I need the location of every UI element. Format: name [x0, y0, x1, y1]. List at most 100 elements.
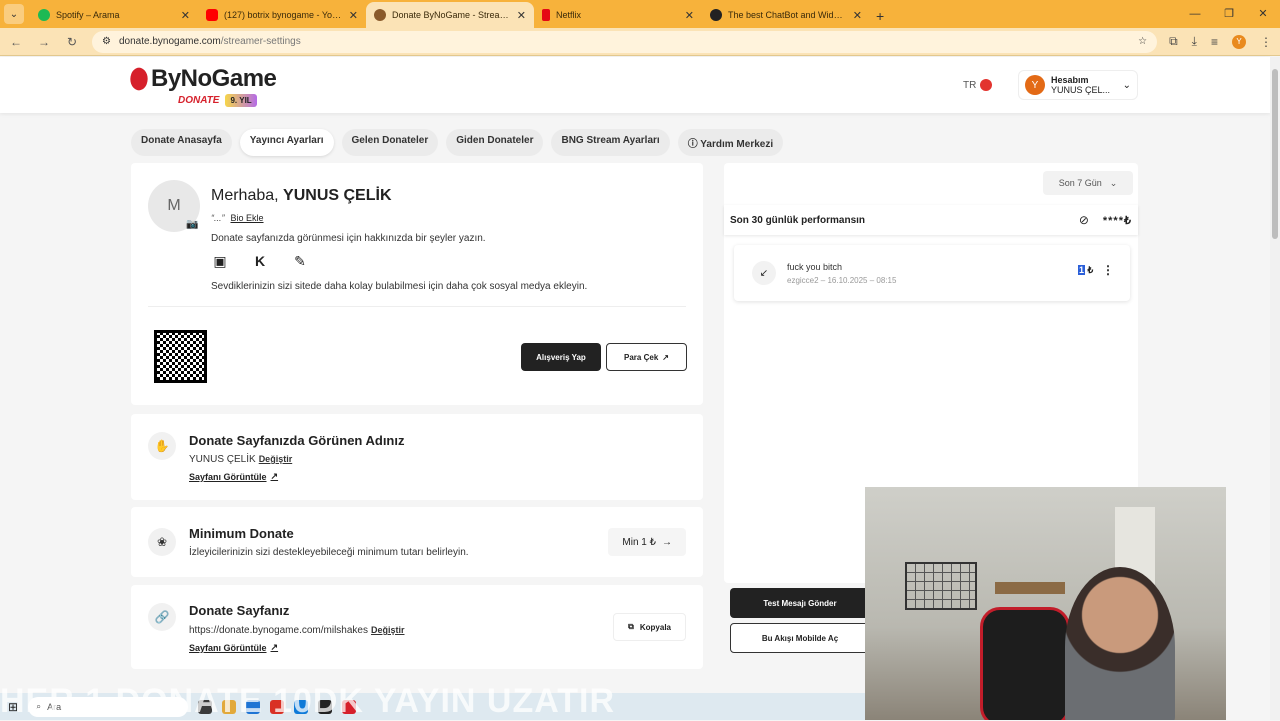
menu-icon[interactable]: ⋮ [1260, 35, 1272, 49]
view-page-link[interactable]: Sayfanı Görüntüle ↗ [189, 471, 278, 482]
min-donate-card: ❀ Minimum Donate İzleyicilerinizin sizi … [131, 507, 703, 577]
browser-tab-bynogame[interactable]: Donate ByNoGame - Streamer ✕ [366, 2, 534, 28]
camera-icon[interactable]: 📷 [186, 219, 198, 230]
extensions-icon[interactable]: ⧉ [1169, 34, 1178, 49]
view-page-link[interactable]: Sayfanı Görüntüle ↗ [189, 642, 278, 653]
stream-overlay-text: HER 1 DONATE 10DK YAYIN UZATIR [0, 682, 616, 720]
window-controls: — ❐ ✕ [1178, 0, 1280, 28]
bookmark-star-icon[interactable]: ☆ [1138, 36, 1147, 47]
site-header: ByNoGame DONATE 9. YIL TR Y Hesabım YUNU… [0, 57, 1270, 113]
greeting: Merhaba, YUNUS ÇELİK [211, 187, 392, 205]
bynogame-icon [374, 9, 386, 21]
bio-row: “...” Bio Ekle [211, 213, 264, 223]
social-links: ▣ K ✎ [211, 252, 309, 270]
close-window-icon[interactable]: ✕ [1246, 0, 1280, 28]
logo-text: ByNoGame [151, 65, 277, 92]
open-mobile-button[interactable]: Bu Akışı Mobilde Aç [730, 623, 870, 653]
tab-incoming-donates[interactable]: Gelen Donateler [341, 129, 439, 156]
download-icon[interactable]: ⤓ [1192, 34, 1197, 49]
external-link-icon: ↗ [270, 642, 279, 652]
change-url-link[interactable]: Değiştir [371, 625, 405, 636]
media-icon[interactable]: ≡ [1211, 35, 1218, 49]
view-page-label: Sayfanı Görüntüle [189, 642, 267, 653]
performance-bar: Son 30 günlük performansın ⊘ ****₺ [724, 205, 1138, 235]
twitch-icon[interactable]: ▣ [211, 252, 229, 270]
min-donate-button[interactable]: Min 1 ₺ → [608, 528, 686, 556]
chevron-down-icon: ⌄ [1122, 79, 1131, 91]
reload-icon[interactable]: ↻ [64, 35, 80, 49]
tab-title: Donate ByNoGame - Streamer [392, 10, 511, 20]
user-name: YUNUS ÇELİK [283, 187, 392, 204]
donate-page-title: Donate Sayfanız [189, 603, 290, 618]
tab-outgoing-donates[interactable]: Giden Donateler [446, 129, 544, 156]
browser-toolbar: ⧉ ⤓ ≡ Y ⋮ [1169, 34, 1272, 49]
tab-streamer-settings[interactable]: Yayıncı Ayarları [239, 129, 334, 156]
url-host: donate.bynogame.com [118, 36, 221, 47]
tab-title: (127) botrix bynogame - YouTube [224, 10, 343, 20]
bio-placeholder: “...” [211, 213, 225, 223]
tab-donate-home[interactable]: Donate Anasayfa [131, 129, 232, 156]
kick-icon[interactable]: K [251, 252, 269, 270]
site-info-icon[interactable]: ⚙ [102, 36, 111, 47]
browser-tab-chatbot[interactable]: The best ChatBot and Widgets ✕ [702, 2, 870, 28]
minimize-icon[interactable]: — [1178, 0, 1212, 28]
display-name-row: YUNUS ÇELİK Değiştir [189, 454, 292, 465]
browser-tab-youtube[interactable]: (127) botrix bynogame - YouTube ✕ [198, 2, 366, 28]
close-icon[interactable]: ✕ [853, 9, 862, 22]
tab-title: The best ChatBot and Widgets [728, 10, 847, 20]
chevron-down-icon: ⌄ [1109, 177, 1118, 188]
withdraw-button[interactable]: Para Çek ↗ [606, 343, 687, 371]
language-selector[interactable]: TR [963, 79, 993, 91]
shop-button[interactable]: Alışveriş Yap [521, 343, 601, 371]
view-page-label: Sayfanı Görüntüle [189, 471, 267, 482]
eye-off-icon[interactable]: ⊘ [1079, 213, 1089, 227]
browser-tab-bar: ⌄ Spotify – Arama ✕ (127) botrix bynogam… [0, 0, 1280, 28]
test-message-button[interactable]: Test Mesajı Gönder [730, 588, 870, 618]
tab-help-center[interactable]: ⓘ Yardım Merkezi [677, 129, 784, 156]
new-tab-button[interactable]: + [876, 8, 884, 24]
spotify-icon [38, 9, 50, 21]
url-field[interactable]: ⚙ donate.bynogame.com/streamer-settings … [92, 30, 1158, 53]
copy-label: Kopyala [639, 622, 671, 632]
webcam-overlay [865, 487, 1226, 720]
arrow-down-left-icon: ↙ [752, 261, 776, 285]
close-icon[interactable]: ✕ [517, 9, 526, 22]
anniversary-badge: 9. YIL [225, 94, 257, 107]
close-icon[interactable]: ✕ [181, 9, 190, 22]
link-icon: 🔗 [148, 603, 176, 631]
tab-bng-stream-settings[interactable]: BNG Stream Ayarları [551, 129, 670, 156]
change-name-link[interactable]: Değiştir [259, 454, 293, 465]
add-bio-link[interactable]: Bio Ekle [231, 213, 264, 223]
tab-search-button[interactable]: ⌄ [4, 4, 24, 24]
restore-icon[interactable]: ❐ [1212, 0, 1246, 28]
close-icon[interactable]: ✕ [349, 9, 358, 22]
copy-button[interactable]: ⧉ Kopyala [613, 613, 686, 641]
donation-item[interactable]: ↙ fuck you bitch ezgicce2 – 16.10.2025 –… [734, 245, 1130, 301]
page-scrollbar[interactable] [1270, 57, 1280, 720]
scroll-thumb[interactable] [1272, 69, 1278, 239]
forward-icon[interactable]: → [36, 35, 52, 49]
wall-grid [905, 562, 977, 610]
logo-mark-icon [126, 65, 152, 93]
min-donate-label: Min 1 ₺ [622, 536, 656, 548]
social-description: Sevdiklerinizin sizi sitede daha kolay b… [211, 281, 588, 292]
period-select[interactable]: Son 7 Gün ⌄ [1043, 171, 1133, 195]
external-link-icon: ↗ [662, 352, 669, 362]
qr-code [154, 330, 207, 383]
back-icon[interactable]: ← [8, 35, 24, 49]
close-icon[interactable]: ✕ [685, 9, 694, 22]
youtube-icon [206, 9, 218, 21]
bynogame-logo[interactable]: ByNoGame DONATE 9. YIL [126, 65, 277, 107]
profile-avatar[interactable]: Y [1232, 34, 1246, 49]
profile-card: M 📷 Merhaba, YUNUS ÇELİK “...” Bio Ekle … [131, 163, 703, 405]
external-link-icon: ↗ [270, 471, 279, 481]
donate-hands-icon: ❀ [148, 528, 176, 556]
browser-tab-netflix[interactable]: Netflix ✕ [534, 2, 702, 28]
edit-pencil-icon[interactable]: ✎ [291, 252, 309, 270]
browser-tab-spotify[interactable]: Spotify – Arama ✕ [30, 2, 198, 28]
donation-value: 1 ₺ [1078, 265, 1093, 276]
more-vertical-icon[interactable]: ⋮ [1102, 263, 1114, 277]
logo-donate: DONATE [178, 95, 220, 106]
account-menu[interactable]: Y Hesabım YUNUS ÇEL... ⌄ [1018, 70, 1138, 100]
copy-icon: ⧉ [628, 622, 634, 631]
